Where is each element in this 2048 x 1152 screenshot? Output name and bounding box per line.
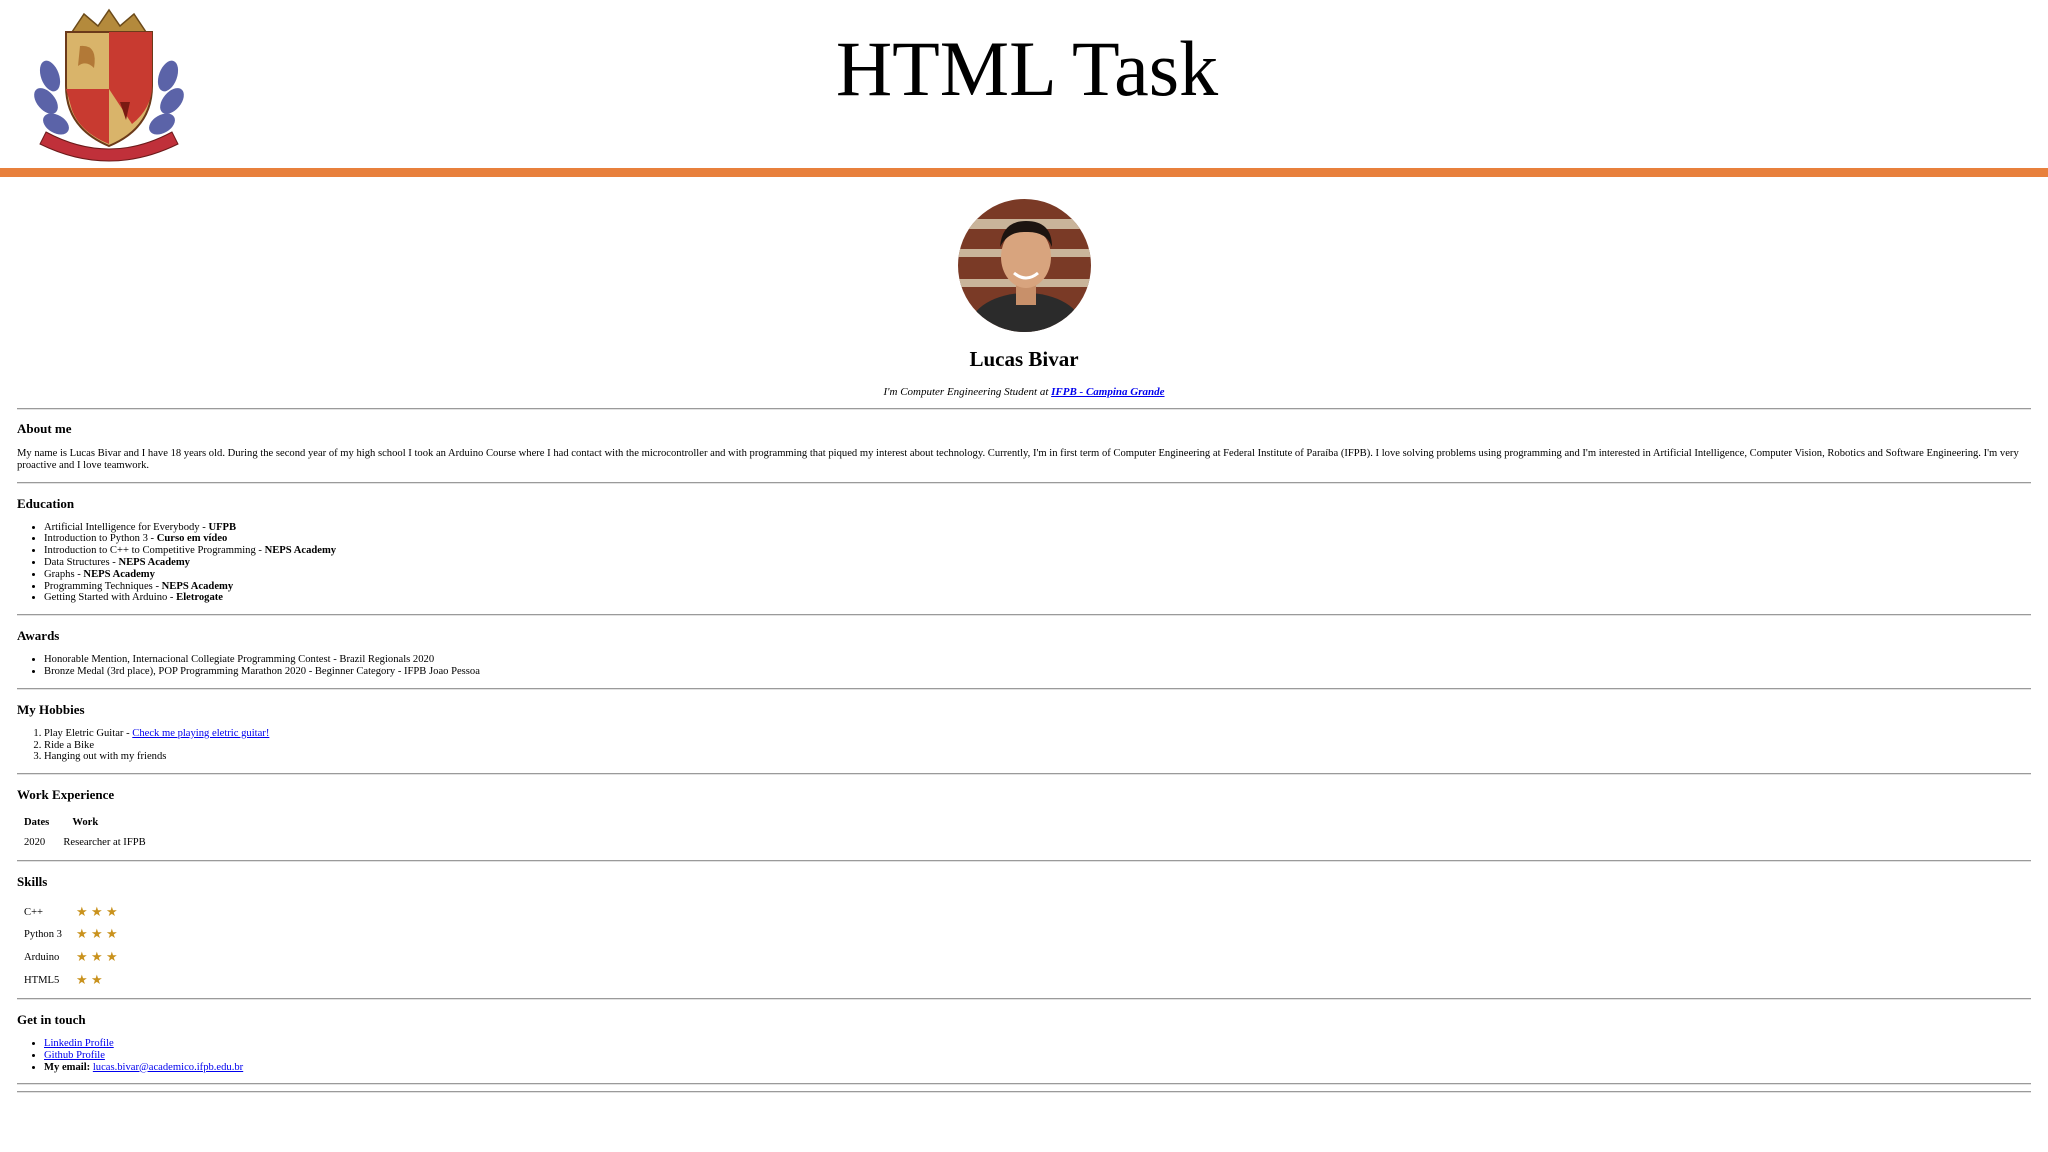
- table-row: 2020 Researcher at IFPB: [17, 834, 153, 852]
- star-icon: ★: [75, 949, 88, 965]
- subtitle-text: I'm Computer Engineering Student at: [883, 386, 1052, 398]
- profile-subtitle: I'm Computer Engineering Student at IFPB…: [17, 385, 2031, 399]
- about-text: My name is Lucas Bivar and I have 18 yea…: [17, 448, 2019, 471]
- course-institution: Eletrogate: [176, 592, 223, 604]
- course-institution: UFPB: [208, 521, 237, 533]
- star-icon: ★: [75, 904, 88, 920]
- skill-name: C++: [24, 906, 44, 918]
- hobbies-heading: My Hobbies: [17, 701, 85, 717]
- table-row: HTML5 ★ ★: [17, 969, 128, 992]
- course-institution: Curso em vídeo: [156, 533, 228, 545]
- about-heading: About me: [17, 421, 72, 436]
- hobby-text: Play Eletric Guitar -: [44, 727, 133, 739]
- course-name: Data Structures -: [44, 556, 119, 568]
- list-item: Honorable Mention, Internacional Collegi…: [44, 654, 2031, 666]
- course-name: Graphs -: [44, 568, 84, 580]
- star-icon: ★: [105, 927, 118, 943]
- list-item: Introduction to C++ to Competitive Progr…: [44, 545, 2031, 557]
- contact-list: Linkedin Profile Github Profile My email…: [17, 1038, 2031, 1073]
- about-section: About me My name is Lucas Bivar and I ha…: [17, 410, 2031, 472]
- skills-table: C++ ★ ★ ★ Python 3 ★ ★ ★ Arduino ★ ★ ★ HTML5 ★ ★: [17, 901, 128, 992]
- work-title: Researcher at IFPB: [63, 837, 146, 849]
- hobbies-section: My Hobbies Play Eletric Guitar - Check m…: [17, 690, 2031, 763]
- list-item: Play Eletric Guitar - Check me playing e…: [44, 728, 2031, 740]
- work-column-header: Work: [72, 816, 99, 828]
- hobby-text: Hanging out with my friends: [44, 751, 167, 763]
- list-item: Github Profile: [44, 1050, 2031, 1062]
- course-institution: NEPS Academy: [264, 545, 337, 557]
- list-item: Bronze Medal (3rd place), POP Programmin…: [44, 666, 2031, 678]
- skill-name: Arduino: [24, 951, 60, 963]
- list-item: Artificial Intelligence for Everybody - …: [44, 522, 2031, 534]
- star-icon: ★: [105, 904, 118, 920]
- skill-rating: ★ ★ ★: [69, 947, 128, 970]
- hobby-video-link[interactable]: Check me playing eletric guitar!: [132, 728, 269, 739]
- course-institution: NEPS Academy: [161, 580, 234, 592]
- course-name: Introduction to Python 3 -: [44, 533, 157, 545]
- star-icon: ★: [105, 949, 118, 965]
- contact-heading: Get in touch: [17, 1011, 86, 1027]
- divider: [17, 1083, 2031, 1086]
- course-name: Getting Started with Arduino -: [44, 592, 177, 604]
- education-section: Education Artificial Intelligence for Ev…: [17, 484, 2031, 605]
- page-title: HTML Task: [835, 25, 1219, 112]
- profile-section: Lucas Bivar I'm Computer Engineering Stu…: [17, 199, 2031, 399]
- skills-heading: Skills: [17, 874, 48, 890]
- list-item: Graphs - NEPS Academy: [44, 569, 2031, 581]
- institution-link[interactable]: IFPB - Campina Grande: [1051, 386, 1164, 398]
- star-icon: ★: [90, 904, 103, 920]
- table-row: Arduino ★ ★ ★: [17, 947, 128, 970]
- email-label: My email:: [44, 1061, 91, 1073]
- list-item: Linkedin Profile: [44, 1038, 2031, 1050]
- skills-section: Skills C++ ★ ★ ★ Python 3 ★ ★ ★ Arduino ★ ★ ★ HTML5 ★…: [17, 862, 2031, 992]
- education-heading: Education: [17, 495, 75, 511]
- star-icon: ★: [90, 949, 103, 965]
- skill-rating: ★ ★: [69, 969, 128, 992]
- list-item: Ride a Bike: [44, 740, 2031, 752]
- awards-heading: Awards: [17, 628, 60, 644]
- profile-photo-avatar: [957, 199, 1091, 332]
- work-heading: Work Experience: [17, 787, 115, 803]
- list-item: Hanging out with my friends: [44, 751, 2031, 763]
- work-date: 2020: [24, 837, 46, 849]
- star-icon: ★: [90, 972, 103, 988]
- star-icon: ★: [75, 972, 88, 988]
- skill-rating: ★ ★ ★: [69, 901, 128, 924]
- table-row: C++ ★ ★ ★: [17, 901, 128, 924]
- main-content: Lucas Bivar I'm Computer Engineering Stu…: [17, 177, 2031, 1094]
- profile-name: Lucas Bivar: [969, 347, 1079, 371]
- table-row: Python 3 ★ ★ ★: [17, 924, 128, 947]
- linkedin-link[interactable]: Linkedin Profile: [44, 1038, 114, 1049]
- course-institution: NEPS Academy: [118, 556, 190, 568]
- education-list: Artificial Intelligence for Everybody - …: [17, 522, 2031, 605]
- work-column-header: Dates: [24, 816, 50, 828]
- list-item: Programming Techniques - NEPS Academy: [44, 581, 2031, 593]
- course-name: Introduction to C++ to Competitive Progr…: [44, 545, 265, 557]
- skill-rating: ★ ★ ★: [69, 924, 128, 947]
- github-link[interactable]: Github Profile: [44, 1050, 105, 1061]
- course-institution: NEPS Academy: [83, 568, 155, 580]
- list-item: My email: lucas.bivar@academico.ifpb.edu…: [44, 1062, 2031, 1074]
- skill-name: HTML5: [24, 974, 60, 986]
- work-section: Work Experience Dates Work 2020 Research…: [17, 775, 2031, 852]
- star-icon: ★: [90, 927, 103, 943]
- skill-name: Python 3: [24, 929, 62, 941]
- email-link[interactable]: lucas.bivar@academico.ifpb.edu.br: [93, 1062, 243, 1073]
- contact-section: Get in touch Linkedin Profile Github Pro…: [17, 1000, 2031, 1073]
- work-table: Dates Work 2020 Researcher at IFPB: [17, 811, 153, 852]
- list-item: Data Structures - NEPS Academy: [44, 557, 2031, 569]
- course-name: Programming Techniques -: [44, 580, 162, 592]
- divider: [17, 1091, 2031, 1094]
- awards-list: Honorable Mention, Internacional Collegi…: [17, 654, 2031, 678]
- list-item: Introduction to Python 3 - Curso em víde…: [44, 533, 2031, 545]
- list-item: Getting Started with Arduino - Eletrogat…: [44, 592, 2031, 604]
- hobbies-list: Play Eletric Guitar - Check me playing e…: [17, 728, 2031, 763]
- header-divider-bar: [0, 168, 2048, 177]
- hobby-text: Ride a Bike: [44, 739, 95, 751]
- awards-section: Awards Honorable Mention, Internacional …: [17, 616, 2031, 678]
- star-icon: ★: [75, 927, 88, 943]
- site-header: HTML Task: [0, 0, 2048, 177]
- course-name: Artificial Intelligence for Everybody -: [44, 521, 209, 533]
